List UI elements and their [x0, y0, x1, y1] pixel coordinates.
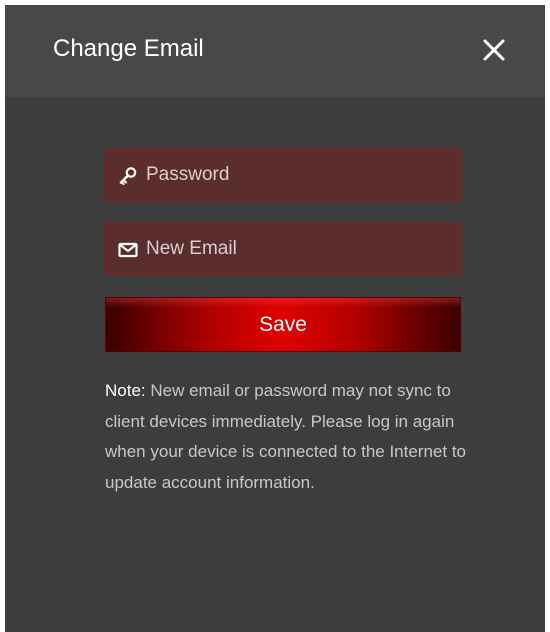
note-label: Note: — [105, 381, 146, 400]
key-icon — [118, 166, 138, 186]
password-field[interactable] — [105, 149, 461, 201]
envelope-icon — [118, 240, 138, 260]
change-email-dialog: Change Email New Email Save Note: New em… — [5, 5, 545, 632]
note-text: Note: New email or password may not sync… — [105, 376, 475, 498]
note-body: New email or password may not sync to cl… — [105, 381, 467, 492]
close-button[interactable] — [475, 31, 513, 69]
save-button[interactable]: Save — [105, 297, 461, 352]
password-input[interactable] — [146, 150, 446, 200]
page-background: Change Email New Email Save Note: New em… — [0, 0, 550, 632]
new-email-input[interactable] — [146, 224, 446, 274]
dialog-title: Change Email — [53, 35, 204, 62]
close-icon — [483, 39, 505, 61]
dialog-header: Change Email — [5, 5, 545, 97]
new-email-field[interactable] — [105, 223, 461, 275]
